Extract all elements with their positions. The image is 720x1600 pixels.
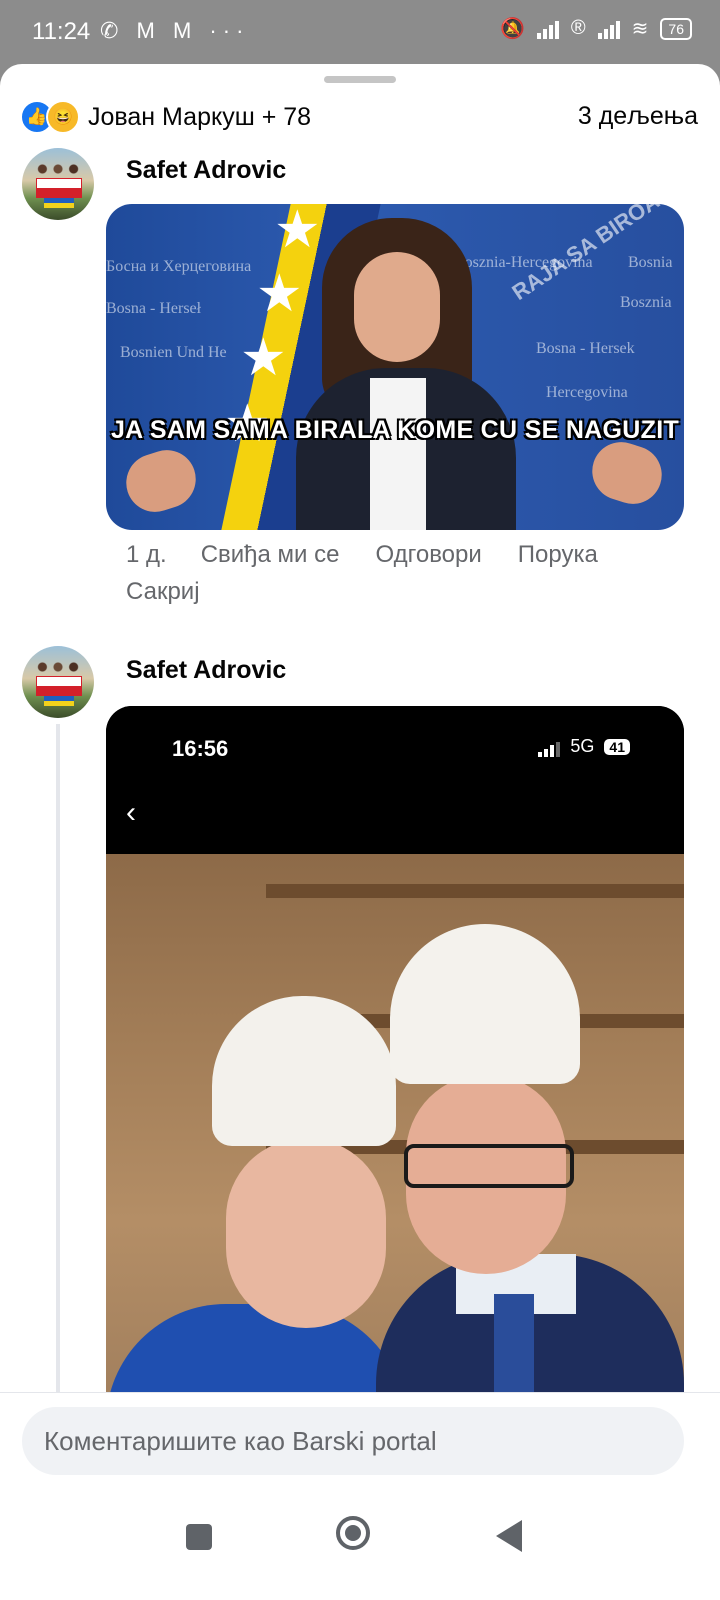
comment-input[interactable]	[22, 1407, 684, 1475]
status-bar: 11:24 ✆ M M ··· 🔕 ® ≋ 76	[0, 0, 720, 64]
thread-line	[56, 724, 60, 1404]
roaming-icon: ®	[570, 17, 586, 39]
back-button[interactable]	[496, 1520, 522, 1552]
signal-icon-2	[597, 19, 620, 39]
comments-sheet: 👍 😆 Јован Маркуш + 78 3 дељења Safet Adr…	[0, 64, 720, 1600]
message-button[interactable]: Порука	[518, 541, 598, 568]
battery-icon: 76	[660, 17, 692, 40]
haha-reaction-icon: 😆	[46, 100, 80, 134]
avatar[interactable]	[22, 646, 94, 718]
hide-button[interactable]: Сакриј	[126, 573, 650, 610]
avatar[interactable]	[22, 148, 94, 220]
wifi-icon: ≋	[631, 18, 649, 40]
signal-icon	[536, 19, 559, 39]
comment-time: 1 д.	[126, 541, 167, 568]
photo-content	[106, 854, 684, 1466]
recents-button[interactable]	[186, 1524, 212, 1550]
mute-icon: 🔕	[500, 18, 525, 40]
status-icons: 🔕 ® ≋ 76	[500, 16, 692, 41]
shares-count[interactable]: 3 дељења	[578, 102, 698, 131]
like-button[interactable]: Свиђа ми се	[201, 541, 340, 568]
status-time: 11:24	[32, 18, 91, 45]
drag-handle[interactable]	[324, 76, 396, 83]
reply-button[interactable]: Одговори	[375, 541, 481, 568]
comment-image-photo[interactable]: 16:56 5G 41 ‹	[106, 706, 684, 1466]
reactions-summary[interactable]: 👍 😆 Јован Маркуш + 78	[20, 100, 311, 134]
comment-author[interactable]: Safet Adrovic	[126, 656, 286, 685]
notification-icons: ✆ M M ···	[100, 18, 250, 43]
reactors-text: Јован Маркуш + 78	[88, 102, 312, 131]
home-button[interactable]	[336, 1516, 370, 1550]
comment-actions: 1 д. Свиђа ми се Одговори Порука Сакриј	[126, 536, 686, 610]
screenshot-phone-bar: 16:56 5G 41 ‹	[106, 706, 684, 854]
comment-image-meme[interactable]: ★ ★ ★ ★ Босна и Херцеговина Bosna - Hers…	[106, 204, 684, 530]
image-caption: JA SAM SAMA BIRALA KOME CU SE NAGUZIT	[110, 416, 680, 444]
system-nav-bar	[0, 1480, 720, 1600]
back-chevron-icon: ‹	[126, 796, 136, 829]
comment-author[interactable]: Safet Adrovic	[126, 156, 286, 185]
